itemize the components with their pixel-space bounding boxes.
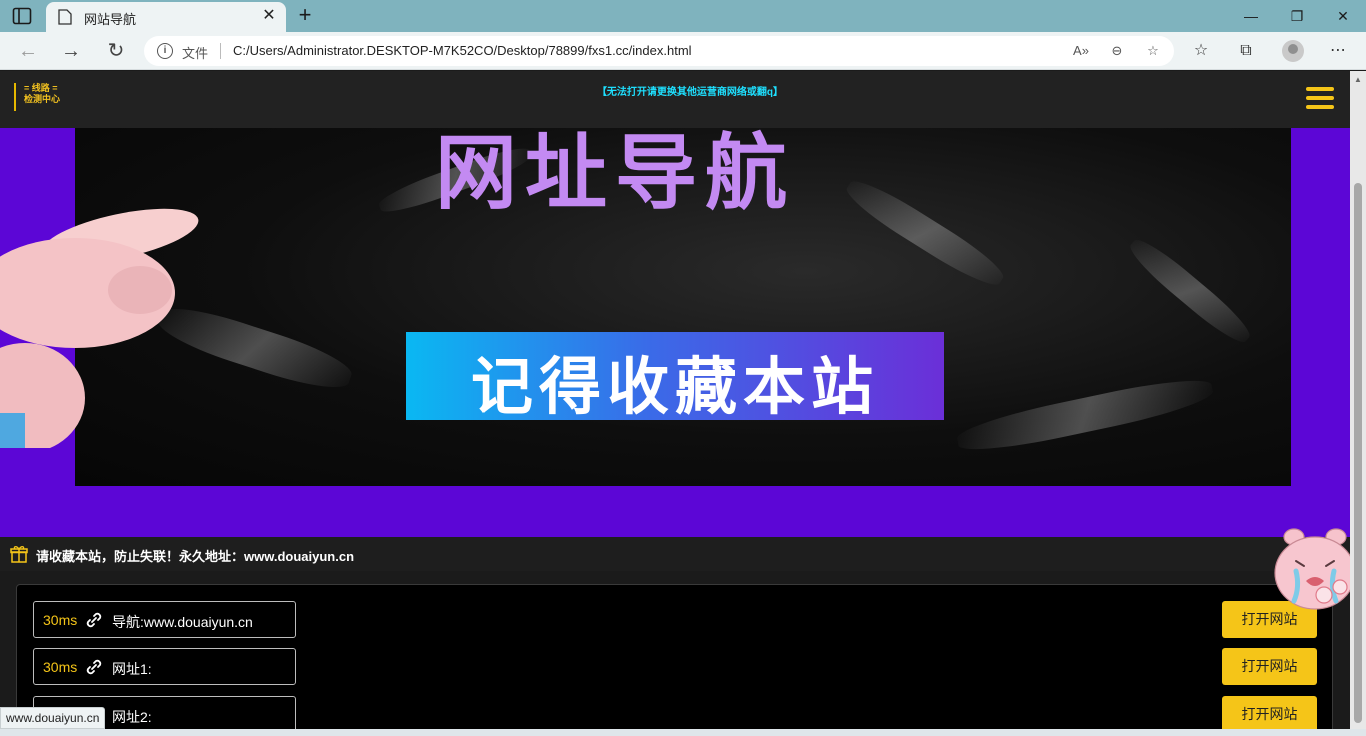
scrollbar-thumb[interactable] bbox=[1354, 183, 1362, 723]
scroll-up-icon[interactable]: ▲ bbox=[1354, 75, 1362, 84]
info-icon[interactable]: i bbox=[157, 43, 173, 59]
tab-title: 网站导航 bbox=[84, 12, 137, 27]
latency-label: 30ms bbox=[43, 659, 78, 675]
list-item: 网址2: 打开网站 bbox=[33, 696, 1317, 733]
close-window-icon[interactable]: ✕ bbox=[1320, 4, 1366, 28]
url-text[interactable]: C:/Users/Administrator.DESKTOP-M7K52CO/D… bbox=[233, 43, 692, 58]
link-name: 网址1: bbox=[112, 661, 152, 677]
browser-tab[interactable]: 网站导航 ✕ bbox=[46, 2, 286, 32]
page-viewport: = 线路 = 检测中心 【无法打开请更换其他运营商网络或翻q】 网址导航 记得收… bbox=[0, 71, 1350, 736]
gift-icon bbox=[10, 546, 28, 563]
zoom-icon[interactable]: ⊖ bbox=[1108, 42, 1126, 60]
link-info-box[interactable]: 30ms 导航:www.douaiyun.cn bbox=[33, 601, 296, 638]
url-scheme-label: 文件 bbox=[182, 46, 209, 61]
mascot-icon[interactable] bbox=[1272, 523, 1350, 613]
page-scrollbar[interactable]: ▲ bbox=[1350, 71, 1366, 736]
latency-label: 30ms bbox=[43, 612, 78, 628]
address-bar[interactable]: i 文件 C:/Users/Administrator.DESKTOP-M7K5… bbox=[144, 36, 1174, 66]
open-site-button[interactable]: 打开网站 bbox=[1222, 648, 1317, 685]
status-url: www.douaiyun.cn bbox=[0, 707, 106, 729]
bookmark-text: 记得收藏本站 bbox=[470, 350, 879, 423]
open-site-button[interactable]: 打开网站 bbox=[1222, 696, 1317, 733]
collections-icon[interactable]: ⧉ bbox=[1235, 40, 1257, 62]
tab-actions-icon[interactable] bbox=[12, 7, 32, 25]
link-info-box[interactable]: 30ms 网址1: bbox=[33, 648, 296, 685]
tab-close-icon[interactable]: ✕ bbox=[260, 7, 278, 25]
link-name: 网址2: bbox=[112, 709, 152, 725]
add-favorite-icon[interactable]: ☆ bbox=[1144, 42, 1162, 60]
address-toolbar: ← → ↻ i 文件 C:/Users/Administrator.DESKTO… bbox=[0, 32, 1366, 70]
hamburger-menu-icon[interactable] bbox=[1306, 87, 1334, 113]
refresh-icon[interactable]: ↻ bbox=[105, 40, 127, 62]
restore-icon[interactable]: ❐ bbox=[1274, 4, 1320, 28]
announcement-bar: 请收藏本站，防止失联！永久地址：www.douaiyun.cn bbox=[0, 537, 1350, 571]
link-icon bbox=[86, 612, 102, 628]
hero-banner: 网址导航 记得收藏本站 bbox=[0, 128, 1350, 537]
forward-icon[interactable]: → bbox=[60, 40, 82, 62]
bookmark-reminder: 记得收藏本站 bbox=[406, 332, 944, 423]
banner-title: 网址导航 bbox=[435, 128, 796, 221]
list-item: 30ms 网址1: 打开网站 bbox=[33, 648, 1317, 685]
link-list-panel: 30ms 导航:www.douaiyun.cn 打开网站 30ms 网址1: 打… bbox=[16, 584, 1333, 736]
profile-avatar[interactable] bbox=[1282, 40, 1304, 62]
link-name: 导航:www.douaiyun.cn bbox=[112, 614, 253, 630]
url-separator bbox=[220, 43, 221, 59]
read-aloud-icon[interactable]: A» bbox=[1072, 42, 1090, 60]
list-item: 30ms 导航:www.douaiyun.cn 打开网站 bbox=[33, 601, 1317, 638]
minimize-icon[interactable]: — bbox=[1228, 4, 1274, 28]
more-menu-icon[interactable]: ⋯ bbox=[1327, 40, 1349, 62]
browser-titlebar: 网站导航 ✕ + — ❐ ✕ bbox=[0, 0, 1366, 32]
site-header: = 线路 = 检测中心 【无法打开请更换其他运营商网络或翻q】 bbox=[0, 71, 1350, 128]
new-tab-icon[interactable]: + bbox=[294, 4, 316, 26]
back-icon[interactable]: ← bbox=[17, 40, 39, 62]
document-icon bbox=[58, 9, 72, 25]
pointing-hand-icon bbox=[0, 208, 199, 448]
bottom-edge bbox=[0, 729, 1366, 736]
header-notice: 【无法打开请更换其他运营商网络或翻q】 bbox=[596, 87, 784, 98]
announcement-text: 请收藏本站，防止失联！永久地址：www.douaiyun.cn bbox=[36, 549, 355, 564]
link-icon bbox=[86, 659, 102, 675]
favorites-icon[interactable]: ☆ bbox=[1190, 40, 1212, 62]
